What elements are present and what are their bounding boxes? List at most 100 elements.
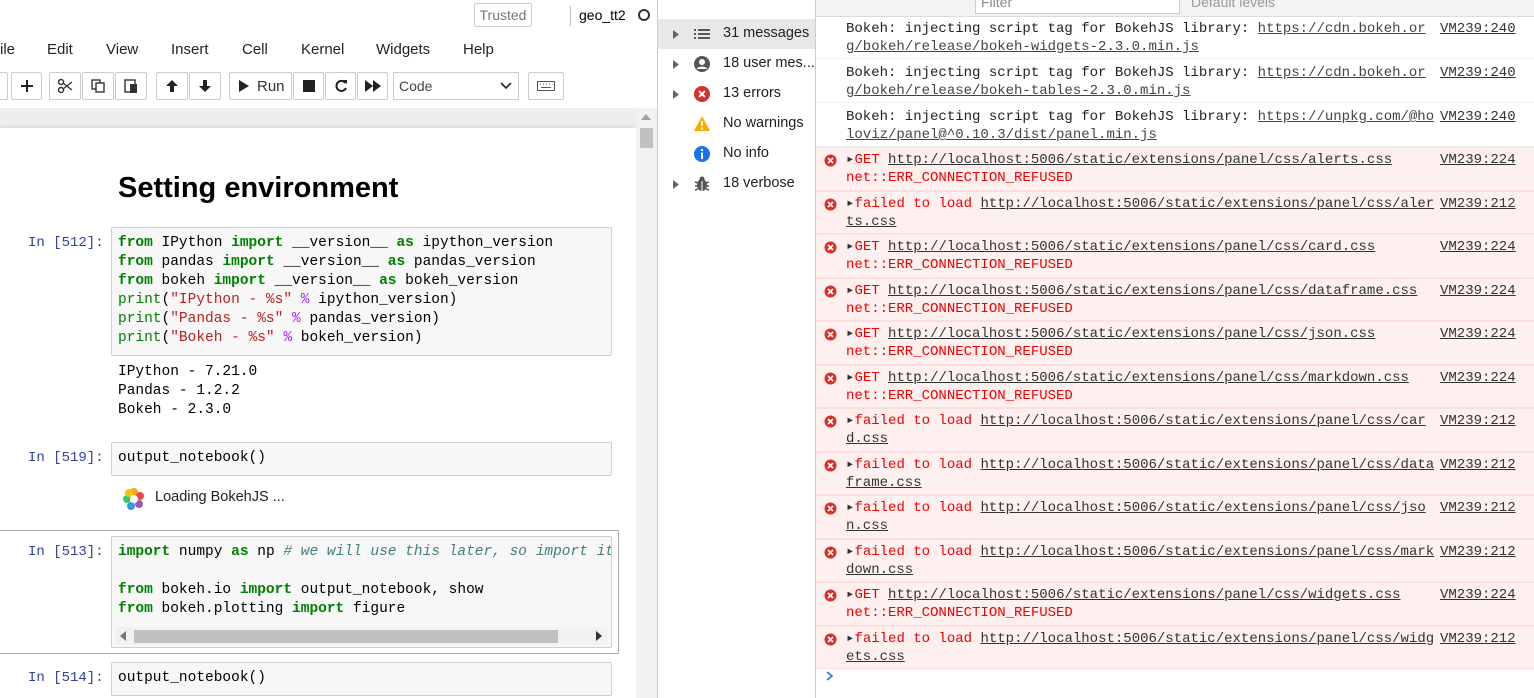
move-down-button[interactable]	[189, 72, 221, 100]
code-cell-input[interactable]: output_notebook()	[111, 442, 612, 476]
filter-input[interactable]: Filter	[975, 0, 1180, 14]
sidebar-item-user-messages[interactable]: 18 user mes...	[658, 49, 815, 79]
insert-cell-button[interactable]	[11, 72, 42, 100]
kernel-name[interactable]: geo_tt2	[579, 7, 626, 23]
menu-cell[interactable]: Cell	[242, 41, 268, 58]
log-levels-dropdown[interactable]: Default levels	[1191, 0, 1275, 10]
sidebar-item-errors[interactable]: 13 errors	[658, 79, 815, 109]
sidebar-item-warnings[interactable]: No warnings	[658, 109, 815, 139]
console-message-text: Bokeh: injecting script tag for BokehJS …	[846, 108, 1436, 144]
source-location-link[interactable]: VM239:212	[1440, 196, 1516, 212]
console-error-row[interactable]: ▸GET http://localhost:5006/static/extens…	[816, 277, 1534, 321]
menu-edit[interactable]: Edit	[47, 41, 73, 58]
menu-kernel[interactable]: Kernel	[301, 41, 344, 58]
scroll-up-icon	[641, 114, 651, 120]
console-log-row[interactable]: Bokeh: injecting script tag for BokehJS …	[816, 105, 1534, 147]
console-error-row[interactable]: ▸failed to load http://localhost:5006/st…	[816, 625, 1534, 669]
save-button[interactable]	[0, 72, 8, 100]
kernel-idle-icon	[638, 9, 650, 21]
jupyter-notebook: Trusted geo_tt2 ile Edit View Insert Cel…	[0, 0, 657, 698]
console-log-row[interactable]: Bokeh: injecting script tag for BokehJS …	[816, 17, 1534, 59]
sidebar-item-label: 18 user mes...	[723, 55, 815, 71]
message-url-link[interactable]: http://localhost:5006/static/extensions/…	[888, 239, 1375, 255]
console-error-row[interactable]: ▸failed to load http://localhost:5006/st…	[816, 190, 1534, 234]
error-detail: net::ERR_CONNECTION_REFUSED	[846, 387, 1073, 404]
source-location-link[interactable]: VM239:224	[1440, 152, 1516, 168]
code-horizontal-scrollbar[interactable]	[115, 627, 607, 645]
expand-arrow-icon	[673, 30, 679, 39]
menu-insert[interactable]: Insert	[171, 41, 209, 58]
run-button[interactable]: Run	[229, 72, 292, 100]
source-location-link[interactable]: VM239:224	[1440, 370, 1516, 386]
notebook-scrollbar[interactable]	[636, 108, 657, 698]
console-error-row[interactable]: ▸GET http://localhost:5006/static/extens…	[816, 147, 1534, 191]
console-error-row[interactable]: ▸failed to load http://localhost:5006/st…	[816, 451, 1534, 495]
paste-button[interactable]	[115, 72, 147, 100]
message-url-link[interactable]: http://localhost:5006/static/extensions/…	[888, 152, 1392, 168]
error-icon	[824, 633, 837, 645]
sidebar-item-verbose[interactable]: 18 verbose	[658, 169, 815, 199]
source-location-link[interactable]: VM239:224	[1440, 239, 1516, 255]
menu-view[interactable]: View	[106, 41, 138, 58]
cut-button[interactable]	[49, 72, 81, 100]
restart-button[interactable]	[325, 72, 356, 100]
console-messages: Bokeh: injecting script tag for BokehJS …	[816, 17, 1534, 698]
message-url-link[interactable]: http://localhost:5006/static/extensions/…	[888, 326, 1375, 342]
menu-file[interactable]: ile	[0, 41, 15, 58]
page-title: Setting environment	[118, 172, 399, 204]
code-line: from pandas import __version__ as pandas…	[118, 254, 536, 270]
expand-arrow-icon	[673, 180, 679, 189]
console-message-text: ▸failed to load http://localhost:5006/st…	[846, 456, 1436, 492]
console-error-row[interactable]: ▸GET http://localhost:5006/static/extens…	[816, 321, 1534, 365]
restart-run-all-button[interactable]	[357, 72, 388, 100]
copy-button[interactable]	[82, 72, 114, 100]
console-error-row[interactable]: ▸GET http://localhost:5006/static/extens…	[816, 234, 1534, 278]
console-log-row[interactable]: Bokeh: injecting script tag for BokehJS …	[816, 61, 1534, 103]
console-message-text: Bokeh: injecting script tag for BokehJS …	[846, 20, 1436, 56]
source-location-link[interactable]: VM239:240	[1440, 21, 1516, 37]
source-location-link[interactable]: VM239:212	[1440, 457, 1516, 473]
interrupt-button[interactable]	[293, 72, 324, 100]
console-message-text: ▸failed to load http://localhost:5006/st…	[846, 412, 1436, 448]
scroll-thumb[interactable]	[640, 128, 653, 148]
move-up-button[interactable]	[156, 72, 188, 100]
trusted-indicator[interactable]: Trusted	[474, 3, 532, 27]
message-url-link[interactable]: http://localhost:5006/static/extensions/…	[888, 587, 1400, 603]
scroll-thumb[interactable]	[134, 630, 558, 643]
sidebar-item-messages[interactable]: 31 messages	[658, 19, 815, 49]
cell-prompt: In [513]:	[28, 544, 104, 560]
message-prefix: failed to load	[854, 195, 981, 212]
source-location-link[interactable]: VM239:240	[1440, 65, 1516, 81]
source-location-link[interactable]: VM239:212	[1440, 544, 1516, 560]
error-icon	[824, 502, 837, 515]
code-cell-input[interactable]: from IPython import __version__ as ipyth…	[111, 227, 612, 356]
source-location-link[interactable]: VM239:224	[1440, 283, 1516, 299]
code-cell-input[interactable]: output_notebook()	[111, 662, 612, 696]
command-palette-button[interactable]	[528, 72, 564, 100]
play-icon	[239, 80, 249, 92]
console-error-row[interactable]: ▸GET http://localhost:5006/static/extens…	[816, 582, 1534, 626]
message-url-link[interactable]: http://localhost:5006/static/extensions/…	[888, 283, 1417, 299]
cell-type-select[interactable]: Code	[393, 72, 519, 100]
console-error-row[interactable]: ▸failed to load http://localhost:5006/st…	[816, 408, 1534, 452]
console-error-row[interactable]: ▸failed to load http://localhost:5006/st…	[816, 495, 1534, 539]
source-location-link[interactable]: VM239:212	[1440, 413, 1516, 429]
error-icon	[824, 285, 837, 297]
error-icon	[824, 415, 837, 428]
menu-widgets[interactable]: Widgets	[376, 41, 430, 58]
source-location-link[interactable]: VM239:212	[1440, 500, 1516, 516]
console-error-row[interactable]: ▸failed to load http://localhost:5006/st…	[816, 538, 1534, 582]
code-line: print("IPython - %s" % ipython_version)	[118, 292, 458, 308]
console-error-row[interactable]: ▸GET http://localhost:5006/static/extens…	[816, 364, 1534, 408]
message-url-link[interactable]: http://localhost:5006/static/extensions/…	[888, 370, 1409, 386]
source-location-link[interactable]: VM239:224	[1440, 326, 1516, 342]
source-location-link[interactable]: VM239:212	[1440, 631, 1516, 647]
sidebar-item-info[interactable]: No info	[658, 139, 815, 169]
divider	[570, 6, 571, 26]
source-location-link[interactable]: VM239:240	[1440, 109, 1516, 125]
source-location-link[interactable]: VM239:224	[1440, 587, 1516, 603]
error-icon	[824, 372, 837, 384]
menu-help[interactable]: Help	[463, 41, 494, 58]
cell-prompt: In [514]:	[28, 670, 104, 686]
cell-output: Pandas - 1.2.2	[118, 383, 240, 399]
